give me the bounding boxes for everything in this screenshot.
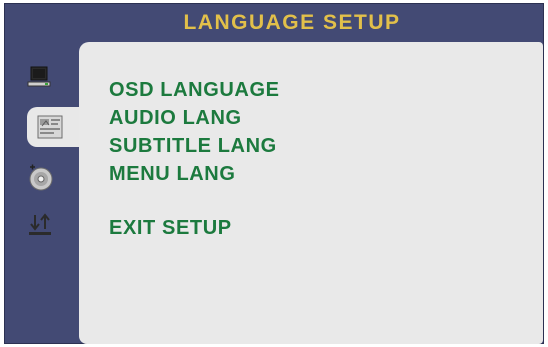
header: LANGUAGE SETUP	[157, 4, 427, 42]
disc-icon	[29, 164, 53, 191]
menu-item-subtitle-lang[interactable]: SUBTITLE LANG	[109, 132, 280, 160]
menu-item-exit-setup[interactable]: EXIT SETUP	[109, 214, 280, 242]
sidebar	[9, 44, 85, 344]
language-icon	[37, 115, 63, 139]
setup-window: LANGUAGE SETUP OSD LANGUAGE AUDIO LANG S…	[4, 3, 544, 344]
sidebar-item-general[interactable]	[25, 62, 55, 92]
menu-item-osd-language[interactable]: OSD LANGUAGE	[109, 76, 280, 104]
menu-panel: OSD LANGUAGE AUDIO LANG SUBTITLE LANG ME…	[79, 42, 543, 344]
sidebar-item-disc[interactable]	[25, 162, 55, 192]
sidebar-item-transfer[interactable]	[25, 210, 55, 240]
menu-item-menu-lang[interactable]: MENU LANG	[109, 160, 280, 188]
sidebar-item-language[interactable]	[27, 107, 85, 147]
monitor-icon	[27, 66, 51, 87]
page-title: LANGUAGE SETUP	[183, 11, 401, 34]
download-upload-icon	[29, 213, 51, 235]
language-menu: OSD LANGUAGE AUDIO LANG SUBTITLE LANG ME…	[109, 76, 280, 242]
menu-item-audio-lang[interactable]: AUDIO LANG	[109, 104, 280, 132]
